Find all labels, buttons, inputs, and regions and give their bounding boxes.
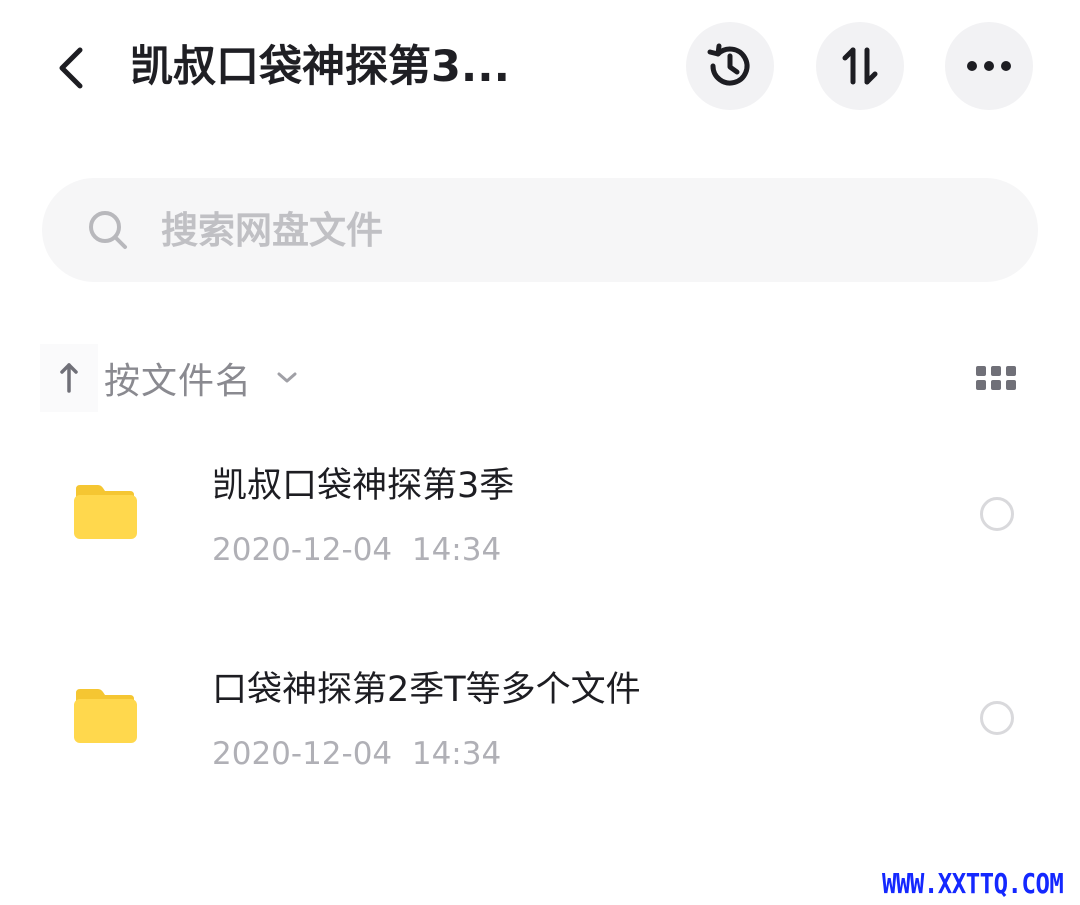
file-date: 2020-12-04 14:34 xyxy=(212,736,502,772)
grid-view-icon[interactable] xyxy=(974,362,1022,402)
file-name: 凯叔口袋神探第3季 xyxy=(212,466,515,506)
file-row[interactable]: 凯叔口袋神探第3季 2020-12-04 14:34 xyxy=(0,430,1080,630)
sort-direction-button[interactable] xyxy=(40,344,98,412)
folder-icon xyxy=(74,689,137,743)
search-input[interactable] xyxy=(159,207,943,253)
grid-dot xyxy=(976,366,986,376)
chevron-left-icon xyxy=(59,47,83,89)
select-checkbox[interactable] xyxy=(980,701,1014,735)
history-icon xyxy=(707,43,750,86)
grid-dot xyxy=(1006,366,1016,376)
sort-bar: 按文件名 xyxy=(0,340,1080,416)
watermark-text: WWW.XXTTQ.COM xyxy=(882,867,1064,901)
grid-dot xyxy=(1006,380,1016,390)
file-name: 口袋神探第2季T等多个文件 xyxy=(212,670,641,710)
arrow-up-icon xyxy=(60,363,78,393)
grid-dot xyxy=(991,380,1001,390)
history-button[interactable] xyxy=(686,22,774,110)
top-app-bar: 凯叔口袋神探第3... xyxy=(0,0,1080,135)
search-icon xyxy=(87,209,129,251)
folder-icon xyxy=(74,485,137,539)
sort-label: 按文件名 xyxy=(104,361,253,402)
sort-by-name-dropdown[interactable]: 按文件名 xyxy=(40,340,298,416)
sort-button[interactable] xyxy=(816,22,904,110)
back-button[interactable] xyxy=(46,40,96,96)
chevron-down-icon xyxy=(276,371,298,385)
grid-dot xyxy=(976,380,986,390)
file-row[interactable]: 口袋神探第2季T等多个文件 2020-12-04 14:34 xyxy=(0,634,1080,834)
more-button[interactable] xyxy=(945,22,1033,110)
select-checkbox[interactable] xyxy=(980,497,1014,531)
search-bar[interactable] xyxy=(42,178,1038,282)
page-title: 凯叔口袋神探第3... xyxy=(130,42,510,92)
sort-arrows-icon xyxy=(842,47,878,85)
file-date: 2020-12-04 14:34 xyxy=(212,532,502,568)
more-horizontal-icon xyxy=(967,61,1011,71)
grid-dot xyxy=(991,366,1001,376)
